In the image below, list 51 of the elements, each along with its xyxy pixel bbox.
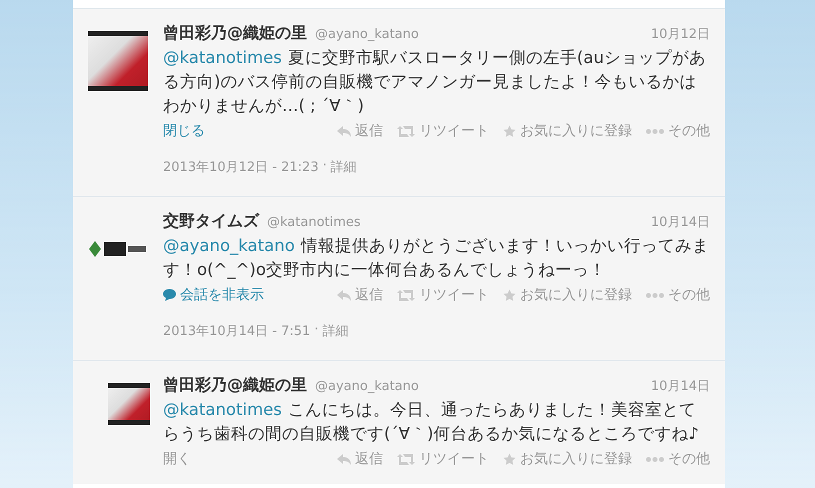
separator-dot: ·: [314, 322, 318, 339]
user-name[interactable]: 曾田彩乃@織姫の里: [163, 375, 307, 396]
avatar-photo-placeholder: [108, 383, 150, 425]
tweet-date[interactable]: 10月14日: [650, 377, 710, 395]
tweet-action[interactable]: 返信: [337, 286, 383, 304]
tweet-date[interactable]: 10月14日: [650, 213, 710, 231]
tweet-action[interactable]: リツイート: [397, 286, 489, 304]
user-name[interactable]: 曾田彩乃@織姫の里: [163, 23, 307, 44]
star-icon: [503, 288, 516, 302]
detail-link[interactable]: 詳細: [322, 322, 348, 340]
timestamp: 2013年10月12日 - 21:23: [163, 159, 319, 176]
tweet-text: @katanotimes こんにちは。今日、通ったらありました！美容室とてらうち歯科の間の自販機です(´∀｀)何台あるか気になるところですね♪: [163, 399, 700, 445]
user-handle: @ayano_katano: [315, 27, 419, 42]
mention-link[interactable]: @katanotimes: [163, 48, 282, 67]
tweet-action[interactable]: リツイート: [397, 450, 489, 468]
reply-icon: [337, 290, 351, 300]
tweet-action[interactable]: その他: [646, 122, 710, 140]
toggle-link[interactable]: 閉じる: [163, 122, 205, 140]
toggle-link[interactable]: 会話を非表示: [163, 286, 264, 304]
tweet-action[interactable]: 返信: [337, 450, 383, 468]
speech-bubble-icon: [163, 289, 176, 301]
tweet-action[interactable]: リツイート: [397, 122, 489, 140]
timestamp: 2013年10月14日 - 7:51: [163, 323, 310, 340]
detail-link[interactable]: 詳細: [330, 158, 357, 176]
star-icon: [503, 124, 516, 138]
user-handle: @katanotimes: [267, 215, 361, 230]
more-icon: [646, 292, 664, 298]
user-handle: @ayano_katano: [315, 379, 419, 394]
tweet-text: @katanotimes 夏に交野市駅バスロータリー側の左手(auショップがある方向)のバス停前の自販機でアマノンガー見ましたよ！今もいるかはわかりませんが…( ; ´∀｀): [163, 47, 707, 117]
reply-icon: [337, 454, 351, 464]
toggle-link[interactable]: 開く: [163, 450, 191, 468]
tweet-action[interactable]: お気に入りに登録: [503, 122, 632, 140]
avatar-photo-placeholder: [88, 31, 148, 91]
more-icon: [646, 456, 664, 462]
retweet-icon: [397, 454, 415, 464]
tweet-action[interactable]: その他: [646, 450, 710, 468]
mention-link[interactable]: @ayano_katano: [163, 236, 295, 255]
more-icon: [646, 128, 664, 134]
tweet-action[interactable]: その他: [646, 286, 710, 304]
tweet-action[interactable]: お気に入りに登録: [503, 286, 632, 304]
separator-dot: ·: [322, 158, 327, 175]
star-icon: [503, 452, 516, 466]
tweet-action[interactable]: お気に入りに登録: [503, 450, 632, 468]
retweet-icon: [397, 290, 415, 300]
mention-link[interactable]: @katanotimes: [163, 400, 282, 419]
tweet-action[interactable]: 返信: [337, 122, 383, 140]
tweet-text: @ayano_katano 情報提供ありがとうございます！いっかい行ってみます！o(^_^)o交野市内に一体何台あるんでしょうねーっ！: [163, 235, 710, 281]
retweet-icon: [397, 126, 415, 136]
user-name[interactable]: 交野タイムズ: [163, 211, 259, 232]
reply-icon: [337, 126, 351, 136]
tweet-date[interactable]: 10月12日: [650, 25, 710, 43]
